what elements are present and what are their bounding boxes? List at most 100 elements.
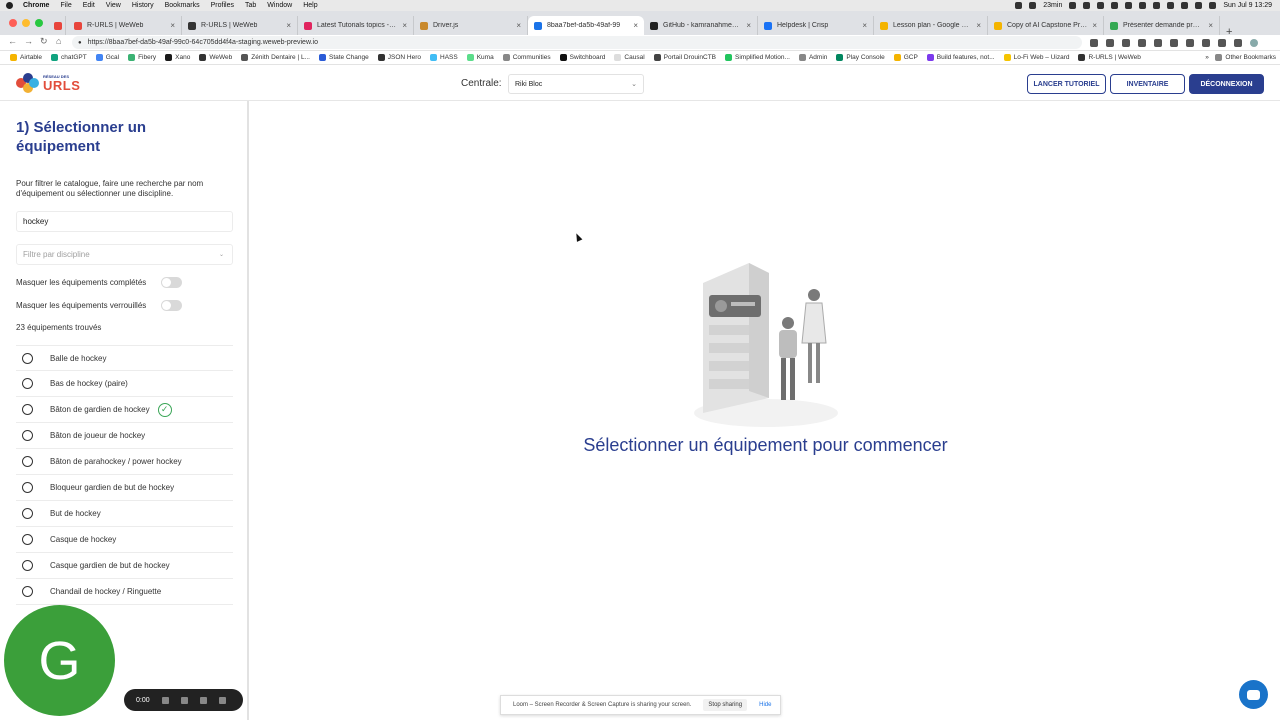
browser-tab[interactable]: Helpdesk | Crisp × xyxy=(758,16,874,35)
list-item[interactable]: Casque de hockey xyxy=(16,527,233,553)
bookmark[interactable]: Gcal xyxy=(95,54,119,61)
bookmark[interactable]: R-URLS | WeWeb xyxy=(1078,54,1141,61)
bookmark[interactable]: Xano xyxy=(165,54,190,61)
search-input[interactable]: hockey xyxy=(16,211,233,232)
bookmark[interactable]: Kuma xyxy=(466,54,494,61)
list-item[interactable]: Chandail de hockey / Ringuette xyxy=(16,579,233,605)
status-icon[interactable] xyxy=(1029,2,1037,9)
undo-icon[interactable] xyxy=(180,696,188,704)
status-icon[interactable] xyxy=(1167,2,1175,9)
tab-close-icon[interactable]: × xyxy=(1092,21,1097,30)
list-item[interactable]: Bâton de joueur de hockey xyxy=(16,423,233,449)
url-bar[interactable]: ● https://8baa7bef-da5b-49af-99c0-64c705… xyxy=(72,36,1082,49)
tab-close-icon[interactable]: × xyxy=(1208,21,1213,30)
tab-close-icon[interactable]: × xyxy=(746,21,751,30)
extension-icon[interactable] xyxy=(1106,39,1114,47)
list-item[interactable]: Casque gardien de but de hockey xyxy=(16,553,233,579)
menu-file[interactable]: File xyxy=(60,2,71,9)
bookmark[interactable]: WeWeb xyxy=(199,54,232,61)
centrale-select[interactable]: Riki Bloc ⌄ xyxy=(508,74,644,94)
logout-button[interactable]: DÉCONNEXION xyxy=(1189,74,1264,94)
apple-icon[interactable] xyxy=(6,2,13,9)
minimize-window-icon[interactable] xyxy=(22,19,30,27)
bookmark[interactable]: Airtable xyxy=(10,54,42,61)
status-icon[interactable] xyxy=(1097,2,1105,9)
forward-icon[interactable]: → xyxy=(24,36,33,46)
bookmark[interactable]: Play Console xyxy=(836,54,885,61)
wifi-icon[interactable] xyxy=(1181,2,1189,9)
bookmark[interactable]: Portail DrouinCTB xyxy=(653,54,716,61)
timer-text[interactable]: 23min xyxy=(1043,2,1062,9)
radio-button[interactable] xyxy=(22,378,33,389)
browser-tab[interactable]: R-URLS | WeWeb × xyxy=(182,16,298,35)
tab-close-icon[interactable]: × xyxy=(170,21,175,30)
radio-button[interactable] xyxy=(22,482,33,493)
browser-tab[interactable]: Driver.js × xyxy=(414,16,528,35)
browser-tab[interactable]: Présenter demande program × xyxy=(1104,16,1220,35)
stop-sharing-button[interactable]: Stop sharing xyxy=(703,699,748,711)
tab-close-icon[interactable]: × xyxy=(402,21,407,30)
inventory-button[interactable]: INVENTAIRE xyxy=(1110,74,1185,94)
other-bookmarks[interactable]: » Other Bookmarks xyxy=(1205,54,1276,61)
bookmark[interactable]: HASS xyxy=(430,54,458,61)
extension-icon[interactable] xyxy=(1186,39,1194,47)
chat-bubble-button[interactable] xyxy=(1239,680,1268,709)
profile-avatar[interactable] xyxy=(1250,39,1258,47)
tab-close-icon[interactable]: × xyxy=(633,21,638,30)
extensions-puzzle-icon[interactable] xyxy=(1218,39,1226,47)
radio-button[interactable] xyxy=(22,456,33,467)
menu-history[interactable]: History xyxy=(132,2,154,9)
reload-icon[interactable]: ↻ xyxy=(40,36,48,47)
menu-app[interactable]: Chrome xyxy=(23,2,49,9)
menu-view[interactable]: View xyxy=(106,2,121,9)
list-item[interactable]: Bâton de parahockey / power hockey xyxy=(16,449,233,475)
status-icon[interactable] xyxy=(1125,2,1133,9)
bookmark[interactable]: GCP xyxy=(893,54,918,61)
menu-edit[interactable]: Edit xyxy=(83,2,95,9)
extension-icon[interactable] xyxy=(1202,39,1210,47)
status-icon[interactable] xyxy=(1153,2,1161,9)
bookmark[interactable]: Fibery xyxy=(128,54,156,61)
clock[interactable]: Sun Jul 9 13:29 xyxy=(1223,2,1272,9)
status-icon[interactable] xyxy=(1083,2,1091,9)
back-icon[interactable]: ← xyxy=(8,36,17,46)
list-item[interactable]: Bas de hockey (paire) xyxy=(16,371,233,397)
hide-completed-toggle[interactable] xyxy=(161,277,182,288)
hide-button[interactable]: Hide xyxy=(759,702,771,708)
tab-close-icon[interactable]: × xyxy=(286,21,291,30)
browser-tab[interactable]: GitHub - kamranahmedse/dri × xyxy=(644,16,758,35)
maximize-window-icon[interactable] xyxy=(35,19,43,27)
browser-tab[interactable]: Lesson plan - Google Slides × xyxy=(874,16,988,35)
bookmark[interactable]: Communities xyxy=(502,54,551,61)
extension-icon[interactable] xyxy=(1090,39,1098,47)
control-center-icon[interactable] xyxy=(1209,2,1217,9)
tab-close-icon[interactable]: × xyxy=(862,21,867,30)
browser-tab-active[interactable]: 8baa7bef-da5b-49af-99 × xyxy=(528,16,644,35)
menu-help[interactable]: Help xyxy=(303,2,317,9)
status-icon[interactable] xyxy=(1139,2,1147,9)
extension-icon[interactable] xyxy=(1138,39,1146,47)
pinned-tab[interactable] xyxy=(50,16,66,35)
pause-icon[interactable] xyxy=(199,696,207,704)
bookmark[interactable]: Switchboard xyxy=(559,54,605,61)
menu-window[interactable]: Window xyxy=(267,2,292,9)
extension-icon[interactable] xyxy=(1154,39,1162,47)
radio-button[interactable] xyxy=(22,404,33,415)
bookmark[interactable]: Build features, not... xyxy=(926,54,995,61)
list-item[interactable]: But de hockey xyxy=(16,501,233,527)
menu-tab[interactable]: Tab xyxy=(245,2,256,9)
radio-button[interactable] xyxy=(22,560,33,571)
radio-button[interactable] xyxy=(22,430,33,441)
bookmark[interactable]: Zénith Dentaire | L... xyxy=(241,54,310,61)
bookmark[interactable]: Simplified Motion... xyxy=(725,54,790,61)
extension-icon[interactable] xyxy=(1122,39,1130,47)
bookmark[interactable]: JSON Hero xyxy=(377,54,421,61)
discipline-filter[interactable]: Filtre par discipline ⌄ xyxy=(16,244,233,265)
browser-tab[interactable]: R-URLS | WeWeb × xyxy=(68,16,182,35)
status-icon[interactable] xyxy=(1069,2,1077,9)
browser-tab[interactable]: Latest Tutorials topics - WeW × xyxy=(298,16,414,35)
search-icon[interactable] xyxy=(1195,2,1203,9)
browser-tab[interactable]: Copy of AI Capstone Project × xyxy=(988,16,1104,35)
radio-button[interactable] xyxy=(22,352,33,364)
radio-button[interactable] xyxy=(22,534,33,545)
